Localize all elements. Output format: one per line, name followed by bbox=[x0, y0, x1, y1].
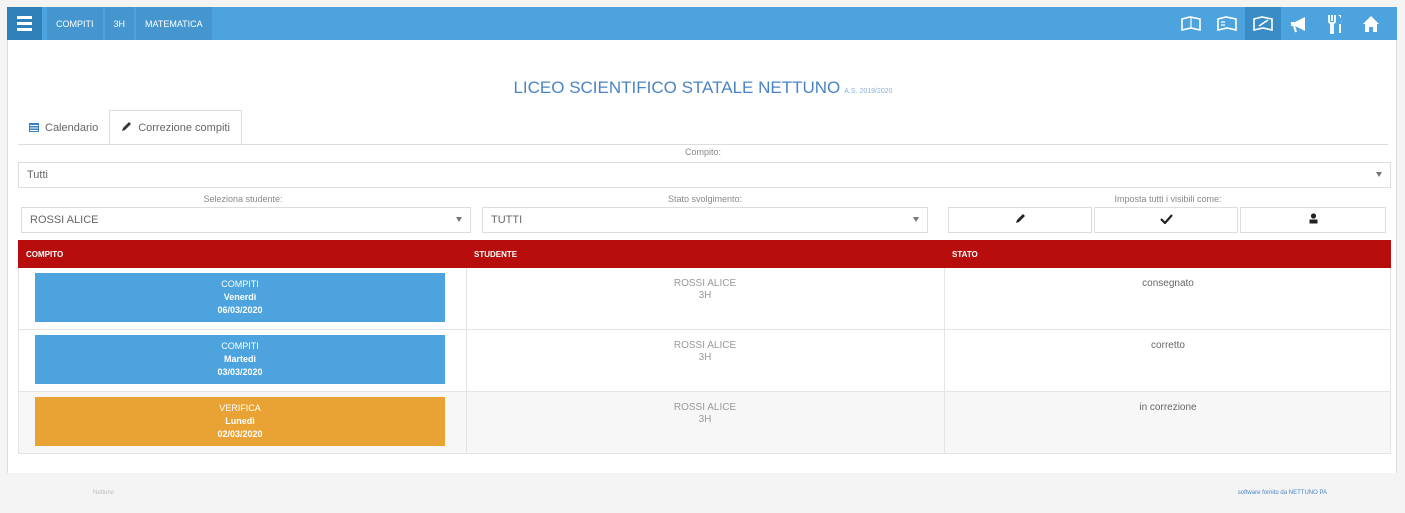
set-corretto-button[interactable] bbox=[1094, 207, 1238, 233]
table-header: COMPITO STUDENTE STATO bbox=[18, 240, 1391, 268]
user-icon bbox=[1309, 213, 1318, 227]
imposta-label: Imposta tutti i visibili come: bbox=[1114, 194, 1222, 204]
studente-label: Seleziona studente: bbox=[203, 194, 283, 204]
status-text: consegnato bbox=[1142, 278, 1194, 289]
task-date: 02/03/2020 bbox=[217, 429, 263, 439]
task-day: Martedì bbox=[223, 354, 256, 364]
task-type: COMPITI bbox=[221, 279, 259, 289]
table-row: COMPITI Venerdì 06/03/2020 ROSSI ALICE 3H… bbox=[18, 268, 1391, 330]
breadcrumb-item-class[interactable]: 3H bbox=[104, 7, 135, 40]
student-name: ROSSI ALICE bbox=[673, 402, 737, 413]
task-date: 06/03/2020 bbox=[217, 305, 263, 315]
pencil-icon bbox=[1015, 213, 1026, 227]
checkmark-icon bbox=[1159, 213, 1173, 227]
task-day: Lunedì bbox=[225, 416, 255, 426]
calendar-icon bbox=[29, 122, 39, 135]
page-title: LICEO SCIENTIFICO STATALE NETTUNO A.S. 20… bbox=[8, 78, 1398, 98]
breadcrumb-item-compiti[interactable]: COMPITI bbox=[47, 7, 103, 40]
breadcrumb: COMPITI 3H MATEMATICA bbox=[47, 7, 214, 40]
task-day: Venerdì bbox=[223, 292, 257, 302]
caret-down-icon bbox=[913, 217, 919, 222]
assignments-icon[interactable] bbox=[1209, 7, 1245, 40]
student-class: 3H bbox=[698, 290, 712, 301]
hamburger-menu-button[interactable] bbox=[7, 7, 42, 40]
column-header-studente: STUDENTE bbox=[474, 249, 518, 259]
correction-icon[interactable] bbox=[1245, 7, 1281, 40]
set-in-correzione-button[interactable] bbox=[948, 207, 1092, 233]
student-name: ROSSI ALICE bbox=[673, 340, 737, 351]
compito-label: Compito: bbox=[684, 147, 721, 157]
footer: Nettuno software fornito da NETTUNO PA bbox=[7, 473, 1397, 513]
set-consegnato-button[interactable] bbox=[1240, 207, 1386, 233]
task-card[interactable]: COMPITI Venerdì 06/03/2020 bbox=[35, 273, 445, 322]
column-header-compito: COMPITO bbox=[26, 249, 64, 259]
stato-select-value: TUTTI bbox=[491, 214, 523, 226]
caret-down-icon bbox=[1376, 172, 1382, 177]
tab-correzione-compiti[interactable]: Correzione compiti bbox=[109, 110, 242, 144]
home-icon[interactable] bbox=[1353, 7, 1389, 40]
tabs-divider bbox=[18, 144, 1388, 145]
status-text: corretto bbox=[1151, 340, 1185, 351]
pencil-icon bbox=[121, 121, 132, 135]
task-date: 03/03/2020 bbox=[217, 367, 263, 377]
footer-credit-link[interactable]: software fornito da NETTUNO PA bbox=[1238, 490, 1327, 496]
stato-select[interactable]: TUTTI bbox=[482, 207, 928, 233]
stato-label: Stato svolgimento: bbox=[667, 194, 743, 204]
top-navbar: COMPITI 3H MATEMATICA bbox=[7, 7, 1397, 40]
tab-calendario[interactable]: Calendario bbox=[18, 112, 109, 144]
task-type: VERIFICA bbox=[219, 403, 261, 413]
task-card[interactable]: COMPITI Martedì 03/03/2020 bbox=[35, 335, 445, 384]
studente-select[interactable]: ROSSI ALICE bbox=[21, 207, 471, 233]
cutlery-icon[interactable] bbox=[1317, 7, 1353, 40]
task-type: COMPITI bbox=[221, 341, 259, 351]
task-card[interactable]: VERIFICA Lunedì 02/03/2020 bbox=[35, 397, 445, 446]
tab-correzione-label: Correzione compiti bbox=[138, 121, 230, 134]
column-header-stato: STATO bbox=[952, 249, 978, 259]
homework-icon[interactable] bbox=[1173, 7, 1209, 40]
table-row: COMPITI Martedì 03/03/2020 ROSSI ALICE 3H… bbox=[18, 330, 1391, 392]
footer-left-text: Nettuno bbox=[93, 490, 115, 496]
table-row: VERIFICA Lunedì 02/03/2020 ROSSI ALICE 3H… bbox=[18, 392, 1391, 454]
studente-select-value: ROSSI ALICE bbox=[30, 214, 99, 226]
school-name: LICEO SCIENTIFICO STATALE NETTUNO bbox=[513, 78, 841, 97]
tab-calendario-label: Calendario bbox=[45, 122, 99, 134]
breadcrumb-item-subject[interactable]: MATEMATICA bbox=[136, 7, 212, 40]
main-panel: LICEO SCIENTIFICO STATALE NETTUNO A.S. 20… bbox=[7, 40, 1397, 473]
compito-select[interactable]: Tutti bbox=[18, 162, 1391, 188]
status-text: in correzione bbox=[1139, 402, 1197, 413]
compito-select-value: Tutti bbox=[27, 169, 48, 181]
school-year: A.S. 2019/2020 bbox=[844, 88, 893, 95]
student-class: 3H bbox=[698, 414, 712, 425]
student-name: ROSSI ALICE bbox=[673, 278, 737, 289]
student-class: 3H bbox=[698, 352, 712, 363]
caret-down-icon bbox=[456, 217, 462, 222]
megaphone-icon[interactable] bbox=[1281, 7, 1317, 40]
